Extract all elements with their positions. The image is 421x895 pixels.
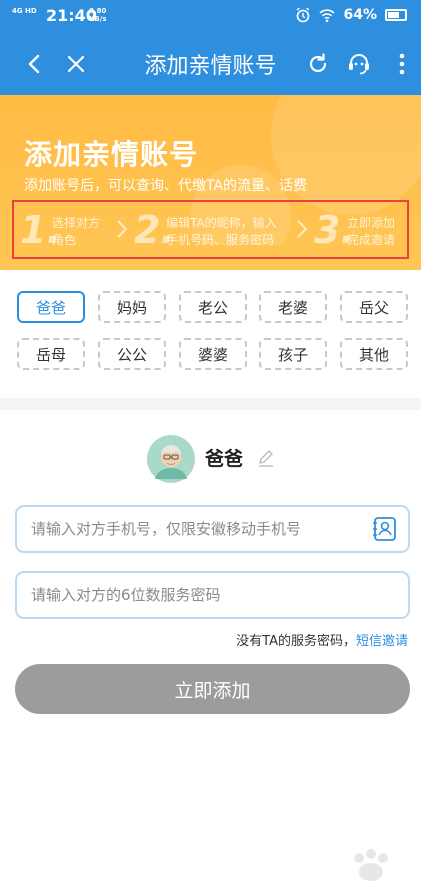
status-icons: 64% bbox=[295, 7, 407, 23]
banner-subtitle: 添加账号后，可以查询、代缴TA的流量、话费 bbox=[24, 178, 308, 194]
network-speed: 0.80 KB/s bbox=[89, 7, 106, 23]
step-1-text: 选择对方 角色 bbox=[52, 215, 100, 249]
banner-title: 添加亲情账号 bbox=[24, 138, 199, 171]
avatar bbox=[147, 435, 195, 483]
status-bar: 4G HD 21:40 0.80 KB/s 64% bbox=[0, 0, 421, 33]
step-arrow-icon bbox=[117, 220, 128, 238]
relation-chip-mama[interactable]: 妈妈 bbox=[98, 291, 166, 323]
relation-chip-laogong[interactable]: 老公 bbox=[179, 291, 247, 323]
step-2: 2. 编辑TA的昵称，输入 手机号码、服务密码 bbox=[134, 202, 304, 257]
step-2-line2: 手机号码、服务密码 bbox=[166, 233, 275, 247]
password-hint: 没有TA的服务密码，短信邀请 bbox=[236, 630, 408, 649]
relation-chip-gonggong[interactable]: 公公 bbox=[98, 338, 166, 370]
phone-field bbox=[15, 505, 410, 553]
edit-icon[interactable] bbox=[257, 449, 275, 467]
relation-chip-qita[interactable]: 其他 bbox=[340, 338, 408, 370]
section-divider bbox=[0, 398, 421, 410]
step-2-text: 编辑TA的昵称，输入 手机号码、服务密码 bbox=[166, 215, 277, 249]
step-3-text: 立即添加 完成邀请 bbox=[347, 215, 395, 249]
service-password-input[interactable] bbox=[31, 573, 371, 617]
relation-chip-haizi[interactable]: 孩子 bbox=[259, 338, 327, 370]
relation-chip-yuemu[interactable]: 岳母 bbox=[17, 338, 85, 370]
network-speed-unit: KB/s bbox=[89, 15, 107, 23]
network-speed-value: 0.80 bbox=[89, 7, 107, 15]
password-field bbox=[15, 571, 410, 619]
profile-name: 爸爸 bbox=[205, 448, 244, 470]
password-hint-text: 没有TA的服务密码， bbox=[236, 634, 356, 649]
relation-chip-yuefu[interactable]: 岳父 bbox=[340, 291, 408, 323]
more-icon[interactable] bbox=[387, 49, 417, 79]
title-bar: 添加亲情账号 bbox=[0, 33, 421, 95]
wifi-icon bbox=[319, 9, 336, 23]
relation-chip-baba[interactable]: 爸爸 bbox=[17, 291, 85, 323]
step-3-line1: 立即添加 bbox=[347, 216, 396, 230]
step-2-line1: 编辑TA的昵称，输入 bbox=[166, 216, 277, 230]
alarm-icon bbox=[297, 7, 310, 23]
submit-button[interactable]: 立即添加 bbox=[15, 664, 410, 714]
step-1-line2: 角色 bbox=[52, 233, 77, 247]
steps-guide: 1. 选择对方 角色 2. 编辑TA的昵称，输入 手机号码、服务密码 3. 立即… bbox=[12, 200, 409, 259]
customer-service-icon[interactable] bbox=[344, 49, 374, 79]
refresh-icon[interactable] bbox=[303, 49, 333, 79]
contacts-icon[interactable] bbox=[372, 516, 398, 542]
relation-chip-popo[interactable]: 婆婆 bbox=[179, 338, 247, 370]
step-3-line2: 完成邀请 bbox=[347, 233, 396, 247]
banner: 添加亲情账号 添加账号后，可以查询、代缴TA的流量、话费 1. 选择对方 角色 … bbox=[0, 95, 421, 270]
phone-input[interactable] bbox=[31, 507, 371, 551]
relation-chip-laopo[interactable]: 老婆 bbox=[259, 291, 327, 323]
network-indicator: 4G HD bbox=[12, 7, 37, 15]
baidu-jingyan-watermark-icon bbox=[354, 849, 388, 881]
step-arrow-icon bbox=[297, 220, 308, 238]
battery-icon bbox=[385, 9, 407, 21]
battery-percent: 64% bbox=[343, 7, 377, 23]
sms-invite-link[interactable]: 短信邀请 bbox=[356, 634, 408, 649]
step-3: 3. 立即添加 完成邀请 bbox=[314, 202, 409, 257]
step-1-line1: 选择对方 bbox=[52, 216, 101, 230]
